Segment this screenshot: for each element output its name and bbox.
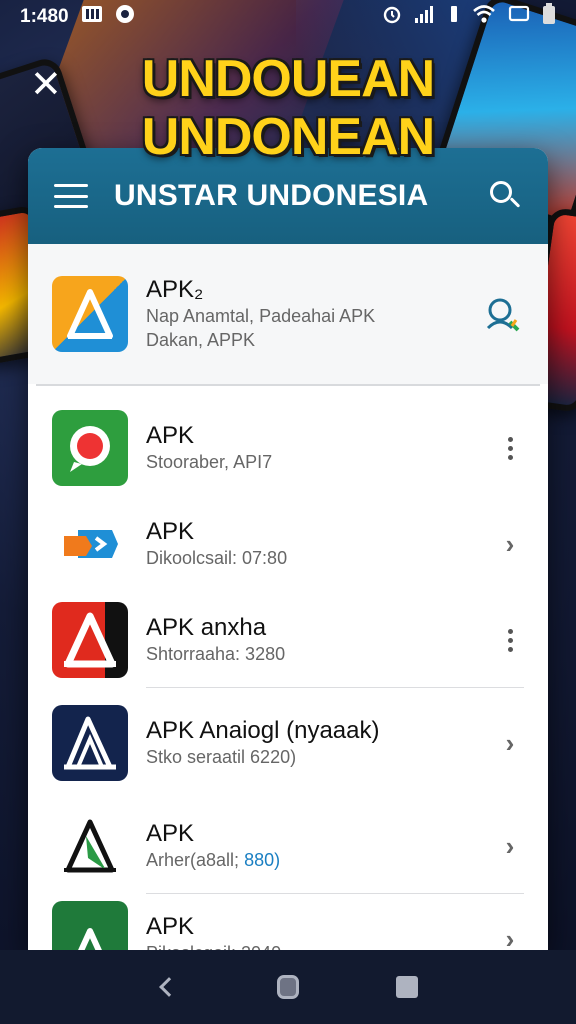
- app-subtitle: Dikoolcsail: 07:80: [146, 548, 288, 568]
- red-letter-a-app-icon: [52, 602, 128, 678]
- cast-icon: [508, 4, 530, 30]
- sim-icon: [81, 5, 103, 29]
- vibrate-icon: [448, 4, 460, 30]
- app-title: APK anxha: [146, 614, 267, 641]
- promo-title-line: UNDOUEAN: [141, 50, 435, 108]
- app-title: APK: [146, 913, 195, 940]
- hamburger-menu-icon[interactable]: [54, 184, 88, 208]
- app-title: APK Anaiogl (nyaaak): [146, 717, 380, 744]
- search-icon[interactable]: [488, 179, 522, 213]
- app-subtitle: Shtorraaha: 3280: [146, 644, 286, 664]
- promo-title: UNDOUEAN UNDONEAN: [0, 50, 576, 166]
- home-icon[interactable]: [268, 967, 308, 1007]
- list-item[interactable]: APK Dikoolcsail: 07:80 ›: [28, 496, 548, 592]
- more-options-icon[interactable]: [496, 628, 524, 652]
- promo-title-line: UNDONEAN: [141, 108, 435, 166]
- app-subtitle: Arher(a8all; 880): [146, 850, 281, 870]
- green-letter-a-app-icon: [52, 901, 128, 950]
- app-title: APK: [146, 820, 195, 847]
- wifi-icon: [472, 4, 496, 30]
- chevron-right-icon[interactable]: ›: [496, 728, 524, 759]
- battery-icon: [542, 3, 556, 31]
- alarm-icon: [382, 4, 402, 30]
- signal-icon: [414, 4, 436, 30]
- app-title: UNSTAR UNDONESIA: [114, 179, 429, 212]
- list-item[interactable]: APK Pikaslcgoil: 2040 ›: [28, 894, 548, 950]
- chevron-right-icon[interactable]: ›: [496, 831, 524, 862]
- more-options-icon[interactable]: [496, 436, 524, 460]
- app-subtitle: Stko seraatil 6220): [146, 747, 297, 767]
- back-icon[interactable]: [149, 967, 189, 1007]
- list-item[interactable]: APK Stooraber, API7: [28, 400, 548, 496]
- list-item[interactable]: APK anxha Shtorraaha: 3280: [28, 592, 548, 688]
- app-title: APK: [146, 518, 195, 545]
- notification-icon: [115, 4, 135, 30]
- status-time: 1:480: [20, 6, 69, 27]
- featured-subtitle: Nap Anamtal, Padeahai APK: [146, 306, 376, 326]
- featured-title: APK₂: [146, 276, 204, 303]
- status-bar: 1:480: [0, 0, 576, 34]
- green-triangle-app-icon: [52, 808, 128, 884]
- list-item[interactable]: APK Arher(a8all; 880) ›: [28, 798, 548, 894]
- featured-app-card[interactable]: APK₂ Nap Anamtal, Padeahai APK Dakan, AP…: [28, 244, 548, 400]
- app-window: UNSTAR UNDONESIA APK₂ Nap Anamtal, Padea…: [28, 148, 548, 950]
- list-item[interactable]: APK Anaiogl (nyaaak) Stko seraatil 6220)…: [28, 688, 548, 798]
- app-subtitle: Pikaslcgoil: 2040: [146, 941, 496, 950]
- featured-app-icon: [52, 276, 128, 352]
- green-chat-app-icon: [52, 410, 128, 486]
- navy-letter-a-app-icon: [52, 705, 128, 781]
- recents-icon[interactable]: [387, 967, 427, 1007]
- chevron-right-icon[interactable]: ›: [496, 924, 524, 951]
- user-search-icon[interactable]: [480, 294, 524, 334]
- featured-subtitle: Dakan, APPK: [146, 330, 256, 350]
- app-subtitle: Stooraber, API7: [146, 452, 273, 472]
- navigation-bar: [0, 950, 576, 1024]
- chevron-right-icon[interactable]: ›: [496, 529, 524, 560]
- blue-arrow-app-icon: [52, 506, 128, 582]
- app-title: APK: [146, 422, 195, 449]
